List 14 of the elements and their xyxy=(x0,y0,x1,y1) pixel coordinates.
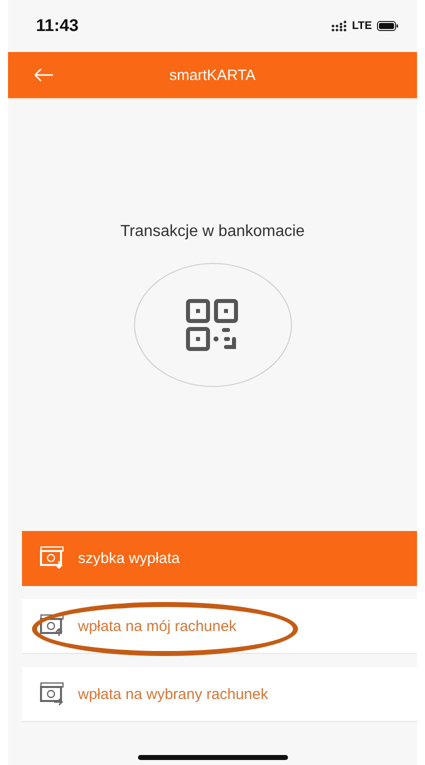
cash-icon xyxy=(40,614,64,638)
back-arrow-icon xyxy=(34,68,54,82)
atm-option-button[interactable]: wpłata na wybrany rachunek xyxy=(22,667,417,722)
signal-icon xyxy=(331,20,348,32)
cash-icon xyxy=(40,546,64,570)
atm-option-button[interactable]: szybka wypłata xyxy=(22,531,417,586)
cash-icon xyxy=(40,682,64,706)
status-time: 11:43 xyxy=(36,16,79,36)
qr-code-icon xyxy=(186,299,240,351)
network-label: LTE xyxy=(352,20,372,32)
screen-title: smartKARTA xyxy=(169,66,256,84)
atm-option-button[interactable]: wpłata na mój rachunek xyxy=(22,599,417,654)
battery-icon xyxy=(377,21,399,31)
section-heading: Transakcje w bankomacie xyxy=(120,223,305,241)
